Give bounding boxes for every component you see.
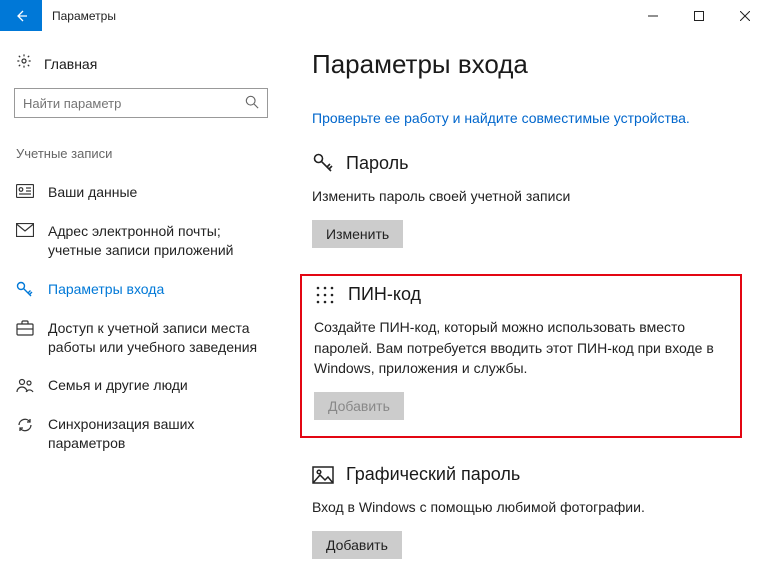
id-card-icon <box>16 183 34 198</box>
titlebar: Параметры <box>0 0 768 31</box>
sidebar-item-label: Параметры входа <box>48 280 164 299</box>
sidebar-item-email-accounts[interactable]: Адрес электронной почты; учетные записи … <box>14 212 268 270</box>
home-label: Главная <box>44 56 97 72</box>
password-desc: Изменить пароль своей учетной записи <box>312 186 738 206</box>
home-link[interactable]: Главная <box>14 47 268 88</box>
image-icon <box>312 466 334 484</box>
minimize-icon <box>648 11 658 21</box>
window-title: Параметры <box>42 0 630 31</box>
picture-password-section: Графический пароль Вход в Windows с помо… <box>312 464 738 559</box>
sidebar-item-label: Ваши данные <box>48 183 137 202</box>
search-input[interactable] <box>23 96 245 111</box>
section-label: Учетные записи <box>14 146 268 161</box>
main-content: Параметры входа Проверьте ее работу и на… <box>282 31 768 575</box>
password-section: Пароль Изменить пароль своей учетной зап… <box>312 152 738 248</box>
pin-section-highlight: ПИН-код Создайте ПИН-код, который можно … <box>300 274 742 438</box>
close-button[interactable] <box>722 0 768 31</box>
pin-desc: Создайте ПИН-код, который можно использо… <box>314 317 728 378</box>
briefcase-icon <box>16 319 34 336</box>
add-picture-password-button[interactable]: Добавить <box>312 531 402 559</box>
arrow-left-icon <box>13 8 29 24</box>
maximize-icon <box>694 11 704 21</box>
window-controls <box>630 0 768 31</box>
close-icon <box>740 11 750 21</box>
key-icon <box>16 280 34 299</box>
search-input-wrapper[interactable] <box>14 88 268 118</box>
search-icon <box>245 95 259 112</box>
sidebar-item-label: Семья и другие люди <box>48 376 188 395</box>
sidebar-item-work-access[interactable]: Доступ к учетной записи места работы или… <box>14 309 268 367</box>
minimize-button[interactable] <box>630 0 676 31</box>
people-icon <box>16 376 34 393</box>
password-title: Пароль <box>346 153 408 174</box>
maximize-button[interactable] <box>676 0 722 31</box>
mail-icon <box>16 222 34 237</box>
change-password-button[interactable]: Изменить <box>312 220 403 248</box>
sidebar-item-sync[interactable]: Синхронизация ваших параметров <box>14 405 268 463</box>
gear-icon <box>16 53 32 74</box>
sidebar-item-family[interactable]: Семья и другие люди <box>14 366 268 405</box>
sidebar-item-label: Доступ к учетной записи места работы или… <box>48 319 266 357</box>
compatibility-link[interactable]: Проверьте ее работу и найдите совместимы… <box>312 110 738 126</box>
pin-section: ПИН-код Создайте ПИН-код, который можно … <box>314 284 728 420</box>
sidebar-item-label: Синхронизация ваших параметров <box>48 415 266 453</box>
sidebar-item-sign-in-options[interactable]: Параметры входа <box>14 270 268 309</box>
sidebar: Главная Учетные записи Ваши данные Адрес… <box>0 31 282 575</box>
pin-title: ПИН-код <box>348 284 421 305</box>
back-button[interactable] <box>0 0 42 31</box>
picture-title: Графический пароль <box>346 464 520 485</box>
sidebar-item-your-info[interactable]: Ваши данные <box>14 173 268 212</box>
page-title: Параметры входа <box>312 49 738 80</box>
key-icon <box>312 152 334 174</box>
add-pin-button[interactable]: Добавить <box>314 392 404 420</box>
sidebar-item-label: Адрес электронной почты; учетные записи … <box>48 222 266 260</box>
sync-icon <box>16 415 34 434</box>
picture-desc: Вход в Windows с помощью любимой фотогра… <box>312 497 738 517</box>
pinpad-icon <box>314 286 336 304</box>
